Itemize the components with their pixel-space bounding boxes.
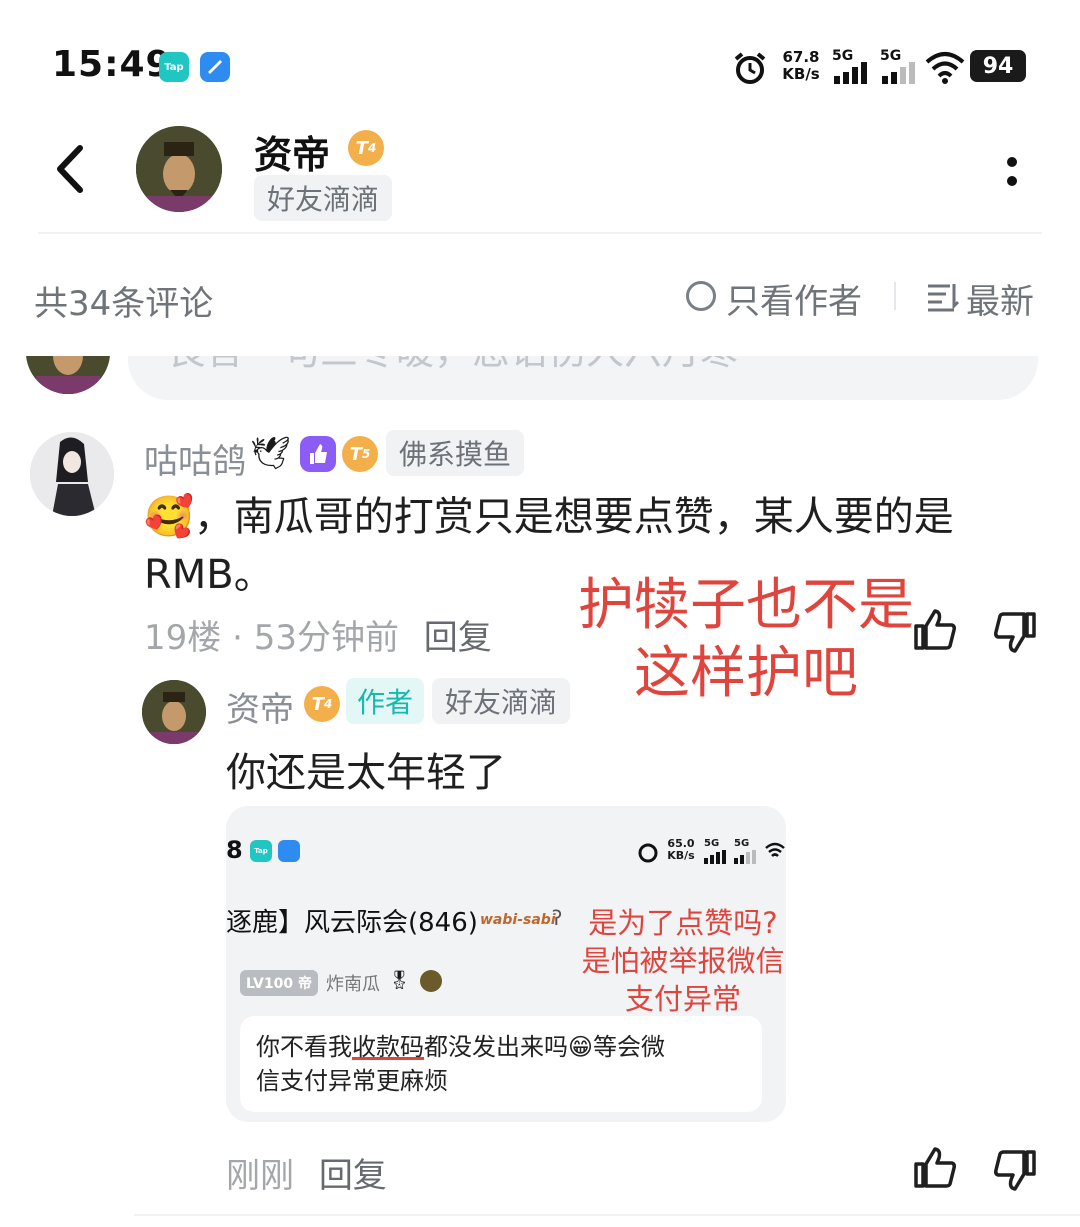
embedded-sim1: 5G bbox=[704, 838, 720, 849]
embedded-signal-icon-2 bbox=[734, 850, 756, 864]
embedded-time: 8 bbox=[226, 836, 243, 864]
header-username[interactable]: 资帝 bbox=[254, 124, 330, 179]
header-user-tag: 好友滴滴 bbox=[254, 175, 392, 221]
reply-body: 你还是太年轻了 bbox=[226, 750, 506, 796]
prev-comment-quote: 良言一句三冬暖，恶语伤人六月寒 bbox=[128, 356, 1038, 400]
comment-time: 53分钟前 bbox=[253, 618, 399, 658]
more-vertical-icon[interactable] bbox=[1000, 152, 1024, 192]
thumb-badge-icon bbox=[300, 436, 336, 472]
signal-icon bbox=[834, 62, 867, 84]
author-badge: 作者 bbox=[346, 678, 424, 724]
alarm-icon bbox=[734, 52, 766, 84]
reply-meta: 刚刚 回复 bbox=[226, 1148, 387, 1197]
embedded-taptap-icon: Tap bbox=[250, 840, 272, 862]
dislike-icon[interactable] bbox=[992, 610, 1038, 654]
prev-comment-avatar[interactable] bbox=[26, 356, 110, 394]
author-only-radio[interactable] bbox=[686, 281, 716, 311]
header-divider bbox=[38, 232, 1042, 234]
emoji-sticker: 🥰 bbox=[144, 494, 194, 540]
embedded-medal-icon: 🎖 bbox=[388, 970, 411, 991]
commenter-avatar[interactable] bbox=[30, 432, 114, 516]
signal-icon-2 bbox=[882, 62, 915, 84]
level-badge: T5 bbox=[342, 436, 378, 472]
embedded-round-badge-icon bbox=[420, 970, 442, 992]
reply-avatar[interactable] bbox=[142, 680, 206, 744]
net-speed: 67.8 KB/s bbox=[782, 48, 820, 83]
wifi-icon bbox=[925, 52, 965, 84]
reply-time: 刚刚 bbox=[226, 1156, 294, 1196]
reply-username[interactable]: 资帝 bbox=[226, 682, 294, 731]
embedded-wifi-icon bbox=[765, 842, 785, 857]
level-badge: T4 bbox=[348, 130, 384, 166]
level-badge: T4 bbox=[304, 686, 340, 722]
comment-meta: 19楼 · 53分钟前 回复 bbox=[144, 618, 492, 658]
dislike-icon[interactable] bbox=[992, 1148, 1038, 1192]
header-avatar[interactable] bbox=[136, 126, 222, 212]
embedded-ear-icon: ʔ bbox=[552, 906, 563, 930]
dove-icon: 🕊 bbox=[250, 434, 291, 472]
embedded-browser-icon bbox=[278, 840, 300, 862]
like-icon[interactable] bbox=[912, 608, 958, 652]
commenter-tag: 佛系摸鱼 bbox=[386, 430, 524, 476]
embedded-net-speed: 65.0 KB/s bbox=[667, 837, 695, 862]
sort-latest[interactable]: 最新 bbox=[966, 274, 1034, 323]
screen: 15:49 Tap 67.8 KB/s 5G 5G 94 资帝 T 4 好友滴滴… bbox=[0, 0, 1080, 1227]
embedded-message-text: 你不看我收款码都没发出来吗😁等会微 信支付异常更麻烦 bbox=[256, 1033, 666, 1095]
embedded-sim2: 5G bbox=[734, 838, 750, 849]
browser-icon bbox=[200, 52, 230, 82]
floor-number: 19楼 bbox=[144, 618, 222, 658]
embedded-group-title: 逐鹿】风云际会(846) bbox=[226, 908, 478, 938]
reply-user-tag: 好友滴滴 bbox=[432, 678, 570, 724]
comment-divider bbox=[134, 1214, 1080, 1216]
embedded-username: 炸南瓜 bbox=[326, 974, 380, 995]
underlined-phrase: 收款码 bbox=[352, 1033, 424, 1061]
commenter-name[interactable]: 咕咕鸽 bbox=[144, 434, 246, 483]
embedded-level-badge: LV100 帝 bbox=[240, 970, 318, 996]
like-icon[interactable] bbox=[912, 1146, 958, 1190]
reply-image[interactable]: 8 Tap 65.0 KB/s 5G 5G 逐鹿】风云际会(846) wabi-s… bbox=[226, 806, 786, 1122]
comment-count: 共34条评论 bbox=[34, 284, 214, 324]
status-time: 15:49 bbox=[52, 44, 172, 85]
chevron-left-icon[interactable] bbox=[50, 144, 90, 194]
prev-comment-text: 良言一句三冬暖，恶语伤人六月寒 bbox=[168, 356, 738, 375]
red-annotation: 护犊子也不是 这样护吧 bbox=[578, 573, 914, 706]
filter-separator bbox=[894, 282, 896, 310]
taptap-icon: Tap bbox=[159, 52, 189, 82]
embedded-message-bubble: 你不看我收款码都没发出来吗😁等会微 信支付异常更麻烦 bbox=[240, 1016, 762, 1112]
embedded-signal-icon bbox=[704, 850, 726, 864]
embedded-alarm-icon bbox=[638, 843, 658, 863]
prev-comment-clip: 良言一句三冬暖，恶语伤人六月寒 bbox=[0, 356, 1080, 404]
author-only-filter[interactable]: 只看作者 bbox=[726, 274, 862, 323]
sort-lines-icon[interactable] bbox=[926, 282, 960, 312]
wabi-sabi-logo: wabi-sabi bbox=[480, 912, 556, 928]
reply-reply-button[interactable]: 回复 bbox=[319, 1156, 387, 1196]
embedded-red-annotation: 是为了点赞吗? 是怕被举报微信 支付异常 bbox=[581, 906, 785, 1016]
reply-button[interactable]: 回复 bbox=[424, 618, 492, 658]
battery-indicator: 94 bbox=[970, 50, 1026, 82]
